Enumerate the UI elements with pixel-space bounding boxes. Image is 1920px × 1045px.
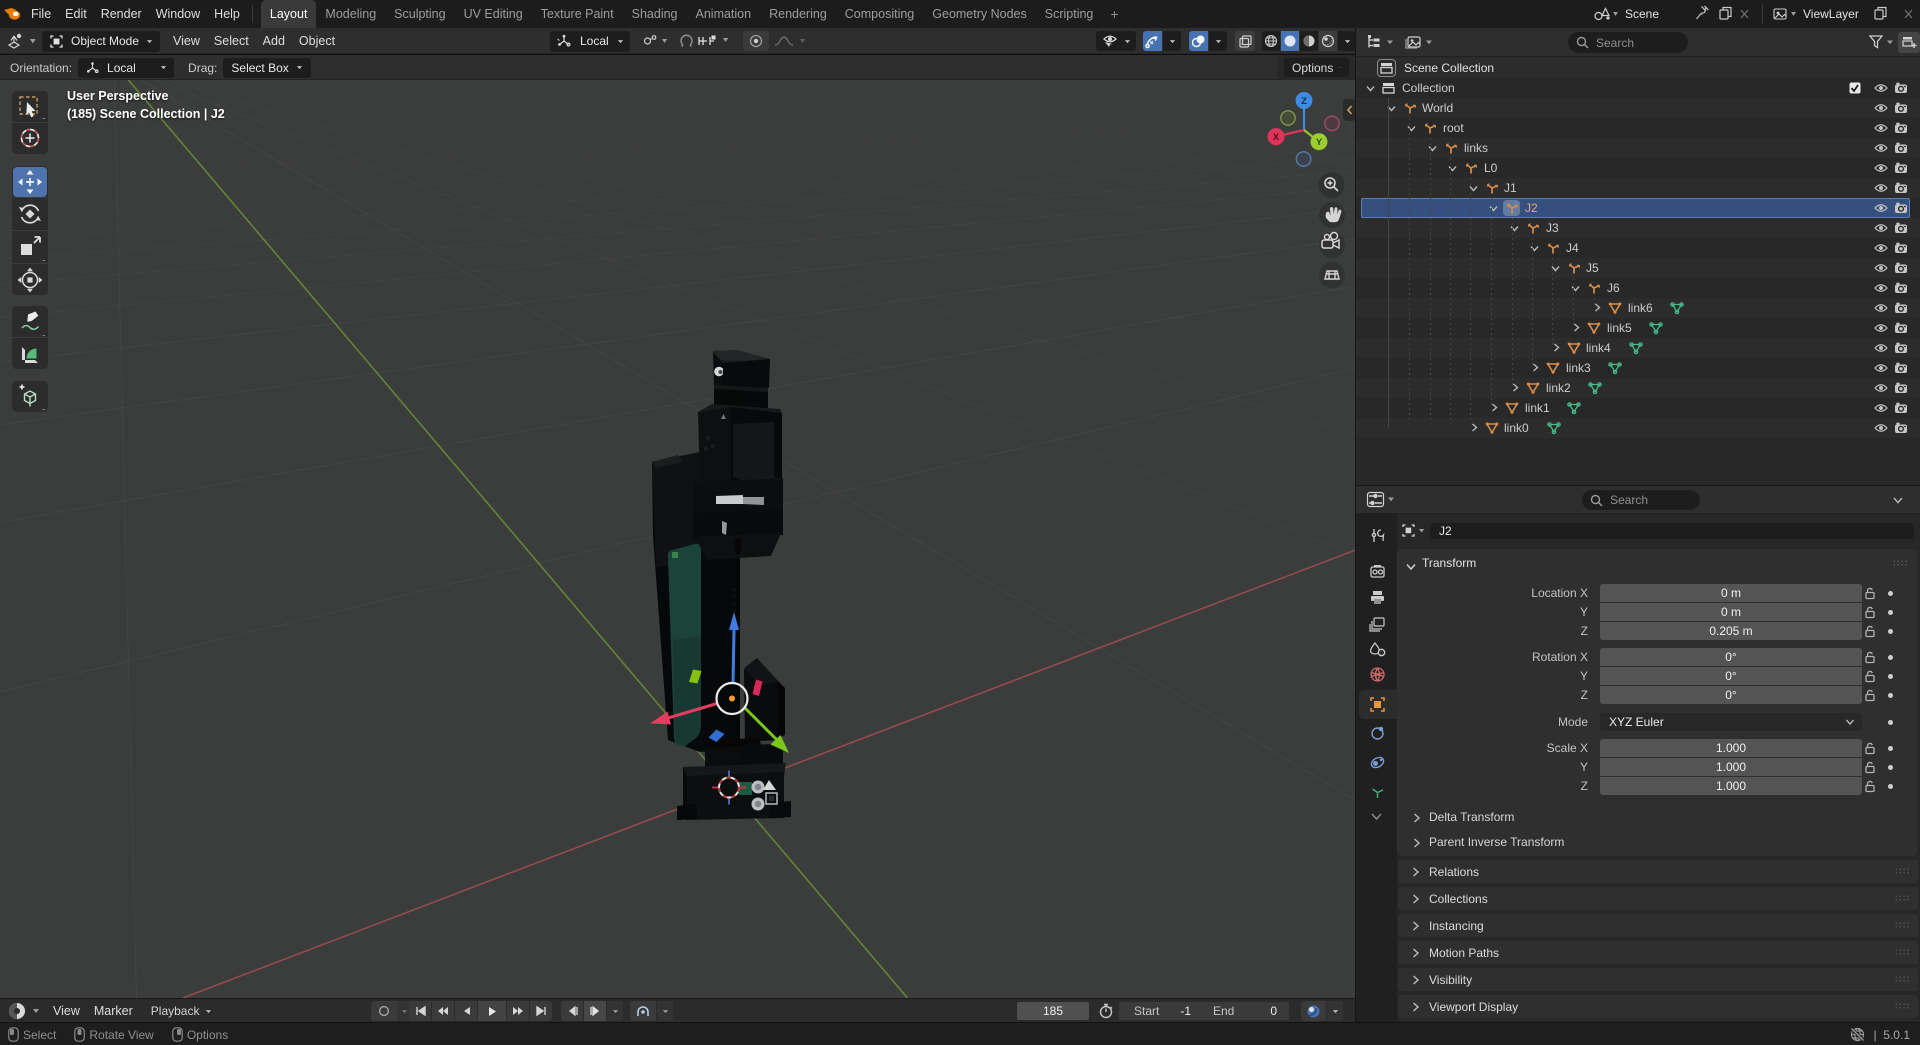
- svg-text:X: X: [1273, 132, 1280, 143]
- svg-text:Y: Y: [1316, 137, 1323, 148]
- svg-text:Z: Z: [1301, 96, 1307, 107]
